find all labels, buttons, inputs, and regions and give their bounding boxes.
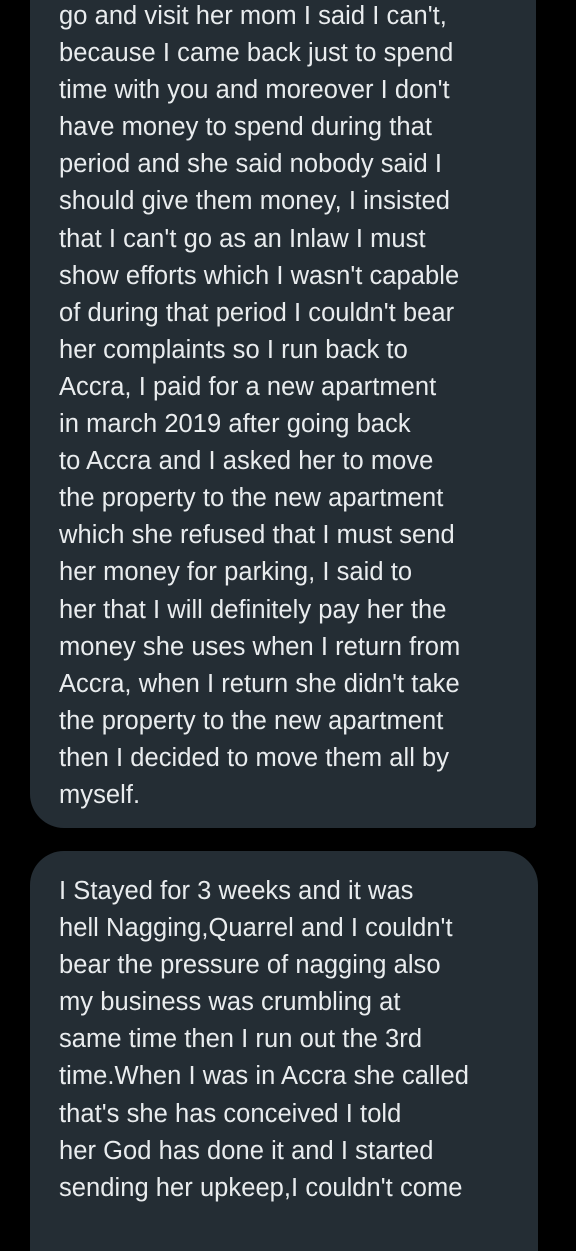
message-text: go and visit her mom I said I can't, bec… xyxy=(59,0,460,814)
message-line: should give them money, I insisted xyxy=(59,187,451,216)
message-line: in march 2019 after going back xyxy=(59,410,411,439)
message-line: hell Nagging,Quarrel and I couldn't xyxy=(59,914,453,943)
message-line: show efforts which I wasn't capable xyxy=(59,261,460,290)
message-text: I Stayed for 3 weeks and it was hell Nag… xyxy=(59,873,469,1207)
message-line: that's she has conceived I told xyxy=(59,1099,402,1128)
message-line: time with you and moreover I don't xyxy=(59,76,450,105)
message-line: myself. xyxy=(59,780,141,809)
message-line: same time then I run out the 3rd xyxy=(59,1025,423,1054)
message-line: to Accra and I asked her to move xyxy=(59,447,434,476)
message-bubble[interactable]: I Stayed for 3 weeks and it was hell Nag… xyxy=(30,851,538,1251)
message-line: go and visit her mom I said I can't, xyxy=(59,2,447,30)
message-line: then I decided to move them all by xyxy=(59,743,450,772)
message-line: my business was crumbling at xyxy=(59,988,401,1017)
message-line: period and she said nobody said I xyxy=(59,150,443,179)
message-line: which she refused that I must send xyxy=(59,521,455,550)
message-line: money she uses when I return from xyxy=(59,632,461,661)
message-line: her that I will definitely pay her the xyxy=(59,595,447,624)
chat-screen: go and visit her mom I said I can't, bec… xyxy=(0,0,576,1251)
message-line: the property to the new apartment xyxy=(59,484,444,513)
message-line: I Stayed for 3 weeks and it was xyxy=(59,877,414,905)
message-line: time.When I was in Accra she called xyxy=(59,1062,469,1091)
message-line: Accra, when I return she didn't take xyxy=(59,669,460,698)
message-line: have money to spend during that xyxy=(59,113,432,142)
message-line: of during that period I couldn't bear xyxy=(59,298,455,327)
message-line: the property to the new apartment xyxy=(59,706,444,735)
message-line: her money for parking, I said to xyxy=(59,558,413,587)
message-line: that I can't go as an Inlaw I must xyxy=(59,224,426,253)
message-bubble[interactable]: go and visit her mom I said I can't, bec… xyxy=(30,0,536,828)
message-line: because I came back just to spend xyxy=(59,39,454,68)
message-line: bear the pressure of nagging also xyxy=(59,951,441,980)
message-line: Accra, I paid for a new apartment xyxy=(59,372,437,401)
message-line: her complaints so I run back to xyxy=(59,335,408,364)
message-line: her God has done it and I started xyxy=(59,1136,434,1165)
message-line: sending her upkeep,I couldn't come xyxy=(59,1173,463,1202)
